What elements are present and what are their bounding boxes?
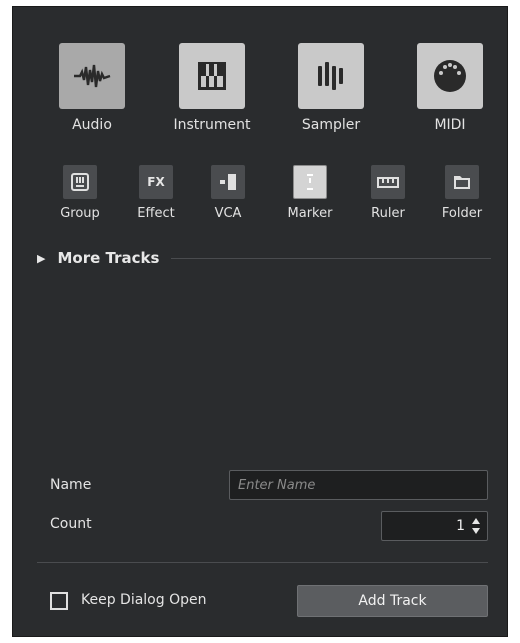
track-type-label: Group — [60, 206, 100, 221]
main-track-types: Audio Instrument Sampler MIDI — [13, 43, 509, 143]
track-type-ruler[interactable]: Ruler — [353, 165, 423, 231]
fx-glyph: FX — [147, 175, 165, 189]
count-label: Count — [50, 516, 92, 532]
name-input[interactable] — [229, 470, 488, 500]
track-type-instrument[interactable]: Instrument — [167, 43, 257, 139]
count-stepper[interactable]: 1 — [381, 511, 488, 541]
track-type-label: Ruler — [371, 206, 405, 221]
track-type-label: VCA — [214, 206, 242, 221]
more-tracks-expander[interactable]: ▶ More Tracks — [37, 247, 491, 269]
folder-icon — [445, 165, 479, 199]
ruler-icon — [371, 165, 405, 199]
add-track-button[interactable]: Add Track — [297, 585, 488, 617]
keep-dialog-open-label[interactable]: Keep Dialog Open — [81, 592, 206, 608]
track-type-effect[interactable]: FX Effect — [121, 165, 191, 231]
track-type-label: Folder — [441, 206, 483, 221]
divider — [171, 257, 491, 259]
vca-icon — [211, 165, 245, 199]
sampler-bars-icon — [298, 43, 364, 109]
track-type-folder[interactable]: Folder — [427, 165, 497, 231]
track-type-audio[interactable]: Audio — [47, 43, 137, 139]
more-tracks-label: More Tracks — [57, 249, 160, 267]
track-type-label: Instrument — [173, 117, 251, 133]
group-icon — [63, 165, 97, 199]
track-type-label: Marker — [287, 206, 333, 221]
keep-dialog-open-checkbox[interactable] — [50, 592, 68, 610]
count-value: 1 — [456, 518, 465, 534]
waveform-icon — [59, 43, 125, 109]
secondary-track-types: Group FX Effect VCA Marker Ruler Folder — [13, 165, 509, 237]
name-label: Name — [50, 477, 92, 493]
track-type-sampler[interactable]: Sampler — [286, 43, 376, 139]
track-type-label: MIDI — [434, 117, 466, 133]
divider — [37, 562, 488, 563]
track-type-label: Audio — [72, 117, 112, 133]
track-type-marker[interactable]: Marker — [275, 165, 345, 231]
track-type-midi[interactable]: MIDI — [405, 43, 495, 139]
track-type-vca[interactable]: VCA — [193, 165, 263, 231]
track-type-group[interactable]: Group — [45, 165, 115, 231]
spinner-arrows-icon[interactable] — [471, 517, 481, 535]
piano-keys-icon — [179, 43, 245, 109]
fx-icon: FX — [139, 165, 173, 199]
add-track-dialog: Audio Instrument Sampler MIDI Group FX E… — [12, 6, 508, 637]
track-type-label: Effect — [137, 206, 175, 221]
marker-icon — [293, 165, 327, 199]
track-type-label: Sampler — [301, 117, 361, 133]
expand-triangle-icon: ▶ — [37, 251, 46, 265]
midi-port-icon — [417, 43, 483, 109]
